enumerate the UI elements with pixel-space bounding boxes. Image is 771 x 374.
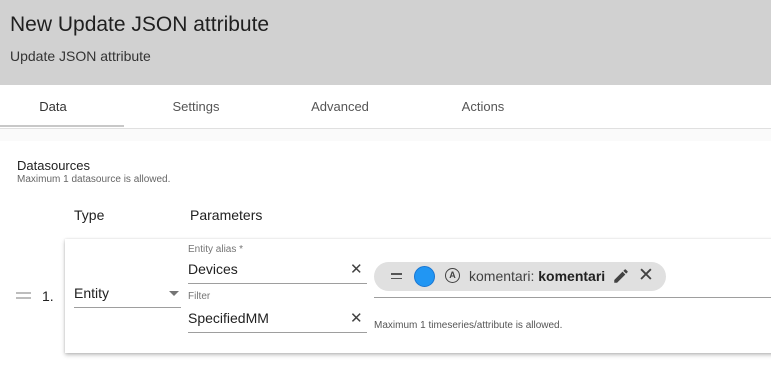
drag-handle-icon[interactable] xyxy=(391,273,402,282)
column-header-type: Type xyxy=(74,207,105,223)
filter-value: SpecifiedMM xyxy=(188,310,269,326)
datasource-type-value: Entity xyxy=(74,285,110,301)
key-color-swatch[interactable] xyxy=(414,266,435,287)
datasources-title: Datasources xyxy=(17,158,90,173)
tab-data[interactable]: Data xyxy=(0,85,106,128)
column-header-parameters: Parameters xyxy=(190,207,263,223)
arrow-drop-down-icon xyxy=(169,291,179,296)
page-title: New Update JSON attribute xyxy=(10,13,270,36)
divider xyxy=(0,129,771,141)
pencil-icon[interactable] xyxy=(612,267,630,285)
close-icon[interactable]: ✕ xyxy=(637,266,655,286)
page-subtitle: Update JSON attribute xyxy=(10,48,151,64)
datasource-card: Entity Entity alias * Devices ✕ Filter S… xyxy=(65,239,771,353)
entity-alias-value: Devices xyxy=(188,261,238,277)
datasources-hint: Maximum 1 datasource is allowed. xyxy=(17,174,171,185)
close-icon[interactable]: ✕ xyxy=(350,311,363,326)
entity-alias-input[interactable]: Devices ✕ xyxy=(188,260,367,284)
close-icon[interactable]: ✕ xyxy=(350,262,363,277)
key-label: komentari: komentari xyxy=(469,268,606,284)
filter-label: Filter xyxy=(188,291,211,302)
tab-advanced[interactable]: Advanced xyxy=(287,85,393,128)
datasource-type-select[interactable]: Entity xyxy=(74,280,181,308)
keys-hint: Maximum 1 timeseries/attribute is allowe… xyxy=(374,320,563,331)
filter-input[interactable]: SpecifiedMM ✕ xyxy=(188,309,367,333)
tab-bar: Data Settings Advanced Actions xyxy=(0,85,771,129)
entity-alias-label: Entity alias * xyxy=(188,244,244,255)
attribute-icon: A xyxy=(445,268,460,283)
tab-actions[interactable]: Actions xyxy=(430,85,536,128)
data-key-chip[interactable]: A komentari: komentari ✕ xyxy=(374,262,666,291)
tab-settings[interactable]: Settings xyxy=(143,85,249,128)
active-tab-indicator xyxy=(0,125,124,127)
keys-input-underline[interactable] xyxy=(374,297,771,298)
widget-header: New Update JSON attribute Update JSON at… xyxy=(0,0,771,85)
drag-handle-icon[interactable] xyxy=(16,292,31,300)
row-index: 1. xyxy=(42,288,54,304)
